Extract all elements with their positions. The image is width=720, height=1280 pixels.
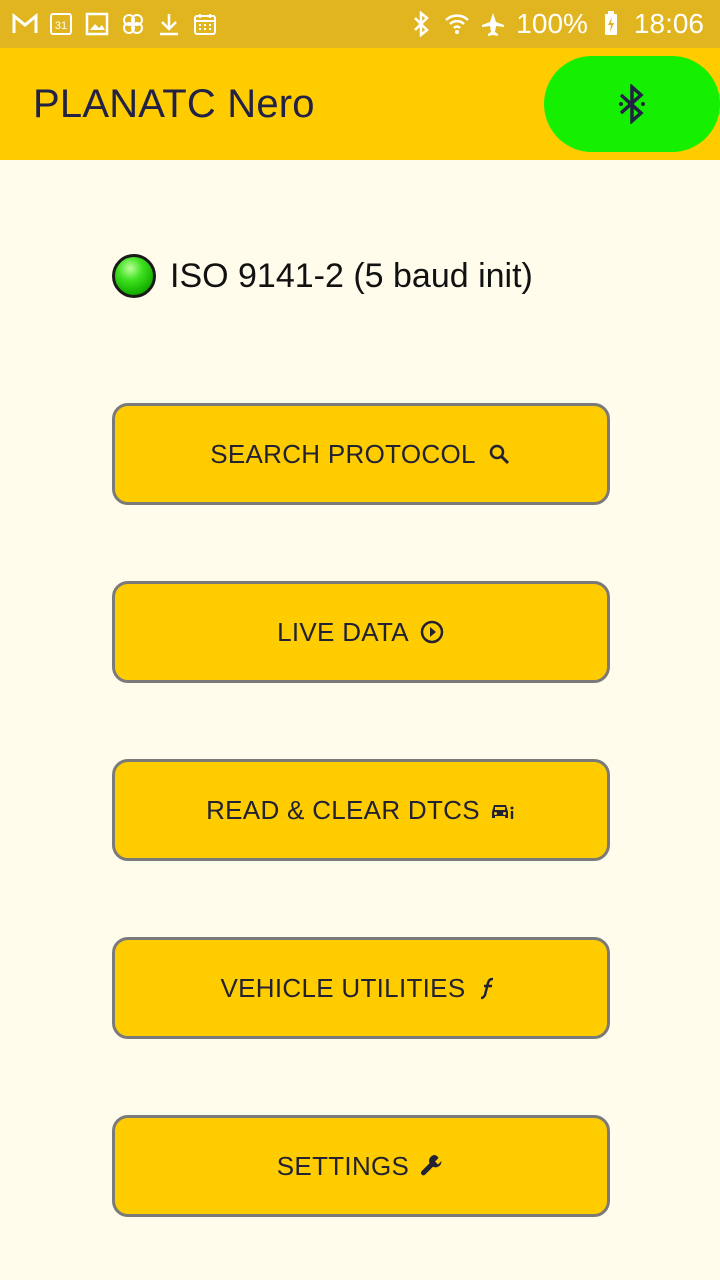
battery-percent: 100%	[516, 8, 588, 39]
wifi-icon	[444, 11, 470, 37]
bluetooth-icon	[408, 11, 434, 37]
settings-label: SETTINGS	[276, 1150, 410, 1181]
read-clear-dtcs-label: READ & CLEAR DTCS	[206, 794, 480, 825]
vehicle-utilities-label: VEHICLE UTILITIES	[220, 972, 466, 1003]
settings-button[interactable]: SETTINGS	[112, 1115, 610, 1217]
live-data-label: LIVE DATA	[277, 616, 409, 647]
live-data-button[interactable]: LIVE DATA	[112, 581, 610, 683]
status-bar: 31 100% 18:06	[0, 0, 720, 48]
download-icon	[156, 11, 182, 37]
calendar-icon: 31	[48, 11, 74, 37]
read-clear-dtcs-button[interactable]: READ & CLEAR DTCS	[112, 759, 610, 861]
system-status: 100% 18:06	[408, 8, 720, 40]
app-title: PLANATC Nero	[33, 81, 315, 126]
clock: 18:06	[633, 8, 704, 39]
gallery-icon	[84, 11, 110, 37]
bluetooth-connect-button[interactable]	[544, 56, 720, 152]
play-circle-icon	[419, 619, 445, 645]
pinwheel-icon	[120, 11, 146, 37]
function-icon	[475, 975, 501, 1001]
notification-icons: 31	[0, 11, 218, 37]
battery-charging-icon	[598, 11, 624, 37]
car-info-icon	[490, 797, 516, 823]
vehicle-utilities-button[interactable]: VEHICLE UTILITIES	[112, 937, 610, 1039]
protocol-label: ISO 9141-2 (5 baud init)	[170, 256, 533, 295]
gmail-icon	[12, 11, 38, 37]
bluetooth-icon	[619, 84, 645, 124]
airplane-icon	[480, 11, 506, 37]
connection-status-led	[112, 254, 156, 298]
calendar-day: 31	[55, 20, 67, 32]
search-protocol-button[interactable]: SEARCH PROTOCOL	[112, 403, 610, 505]
app-bar: PLANATC Nero	[0, 48, 720, 160]
protocol-status: ISO 9141-2 (5 baud init)	[112, 250, 533, 302]
search-protocol-label: SEARCH PROTOCOL	[210, 438, 476, 469]
wrench-icon	[419, 1153, 445, 1179]
search-icon	[486, 441, 512, 467]
calendar-grid-icon	[192, 11, 218, 37]
